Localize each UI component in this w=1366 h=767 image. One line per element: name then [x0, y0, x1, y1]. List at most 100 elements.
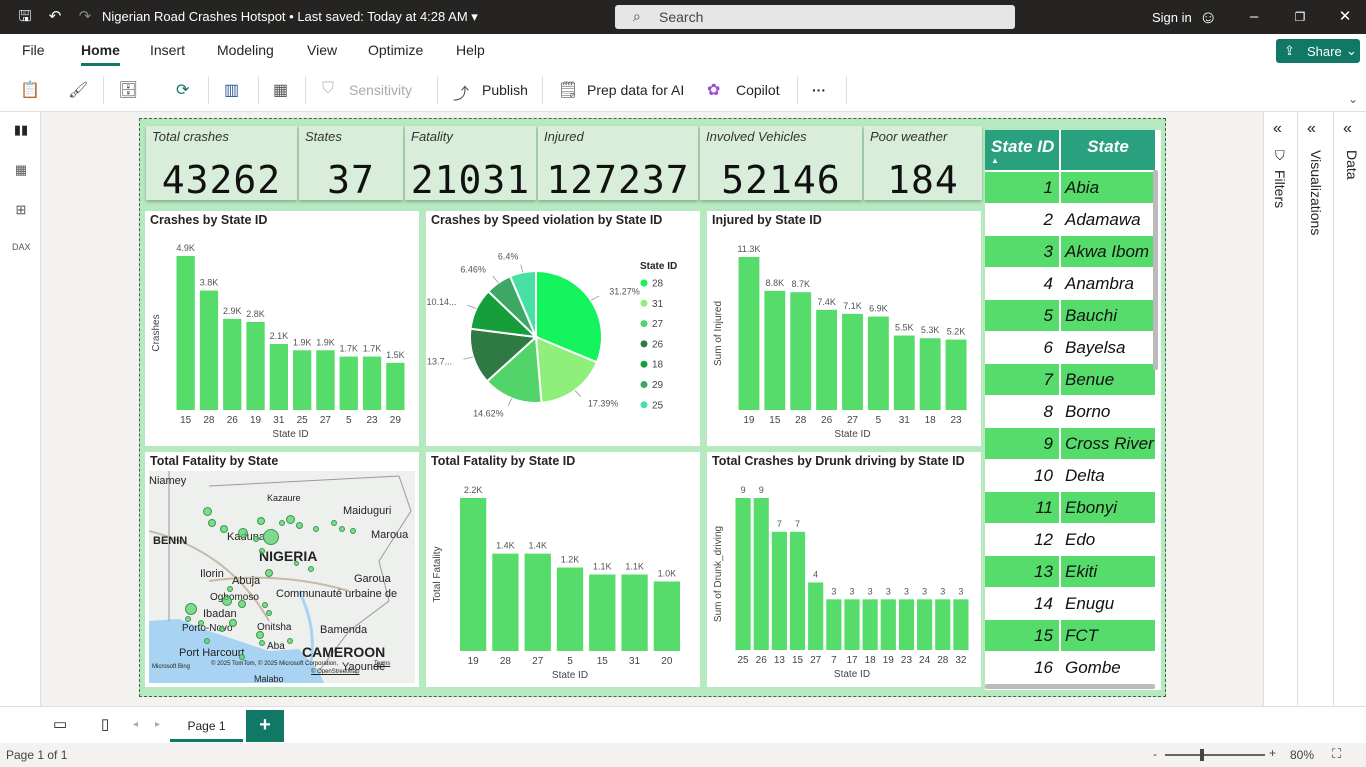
- map-bubble[interactable]: [259, 548, 265, 554]
- menu-modeling[interactable]: Modeling: [217, 42, 274, 58]
- data-pane-label[interactable]: Data: [1344, 150, 1360, 180]
- table-view-icon[interactable]: ▦: [12, 162, 30, 180]
- map-bubble[interactable]: [253, 536, 259, 542]
- prep-data-button[interactable]: Prep data for AI: [587, 82, 684, 98]
- more-options-button[interactable]: ···: [812, 82, 826, 98]
- filters-pane-label[interactable]: Filters: [1272, 170, 1288, 208]
- map-bubble[interactable]: [239, 654, 245, 660]
- format-painter-icon[interactable]: 🖌: [68, 80, 88, 100]
- prep-data-icon[interactable]: 🗒: [558, 80, 578, 100]
- model-view-icon[interactable]: ⊞: [12, 202, 30, 220]
- save-icon[interactable]: 🖫: [16, 8, 34, 26]
- dax-query-icon[interactable]: DAX: [12, 242, 31, 260]
- fatality-map[interactable]: Niamey Kazaure Maiduguri BENIN Kaduna NI…: [149, 471, 415, 683]
- menu-help[interactable]: Help: [456, 42, 485, 58]
- undo-icon[interactable]: ↶: [46, 8, 64, 26]
- speed-violation-pie-chart[interactable]: Crashes by Speed violation by State ID S…: [426, 211, 700, 446]
- collapse-data-icon[interactable]: «: [1343, 120, 1352, 138]
- menu-home[interactable]: Home: [81, 42, 120, 66]
- map-bubble[interactable]: [220, 525, 228, 533]
- desktop-layout-icon[interactable]: ▭: [53, 715, 67, 733]
- publish-icon[interactable]: ⤴: [453, 80, 469, 104]
- table-row[interactable]: 4 Anambra: [985, 268, 1155, 300]
- calculator-icon[interactable]: ▦: [273, 80, 288, 100]
- map-bubble[interactable]: [238, 528, 248, 538]
- header-state-id[interactable]: State ID ▲: [985, 130, 1059, 170]
- map-bubble[interactable]: [313, 526, 319, 532]
- zoom-out-button[interactable]: -: [1153, 747, 1157, 761]
- crashes-by-state-chart[interactable]: Crashes by State ID 4.9K 15 3.8K 28 2.9K 26 2.…: [145, 211, 419, 446]
- table-row[interactable]: 13 Ekiti: [985, 556, 1155, 588]
- get-data-icon[interactable]: 🗄: [118, 80, 138, 100]
- table-row[interactable]: 7 Benue: [985, 364, 1155, 396]
- map-bubble[interactable]: [266, 610, 272, 616]
- map-bubble[interactable]: [263, 529, 279, 545]
- map-bubble[interactable]: [308, 566, 314, 572]
- zoom-slider-thumb[interactable]: [1200, 749, 1204, 761]
- fit-to-page-icon[interactable]: ⛶: [1332, 746, 1341, 762]
- card-fatality[interactable]: Fatality 21031: [405, 126, 536, 202]
- table-row[interactable]: 12 Edo: [985, 524, 1155, 556]
- add-page-button[interactable]: +: [246, 710, 284, 742]
- map-bubble[interactable]: [259, 640, 265, 646]
- map-bubble[interactable]: [219, 626, 225, 632]
- table-row[interactable]: 6 Bayelsa: [985, 332, 1155, 364]
- table-row[interactable]: 15 FCT: [985, 620, 1155, 652]
- report-view-icon[interactable]: ▮▮: [12, 122, 30, 140]
- map-bubble[interactable]: [227, 586, 233, 592]
- collapse-ribbon-icon[interactable]: ⌄: [1348, 92, 1358, 106]
- table-row[interactable]: 9 Cross River: [985, 428, 1155, 460]
- header-state[interactable]: State: [1061, 130, 1155, 170]
- visualizations-pane-label[interactable]: Visualizations: [1308, 150, 1324, 235]
- refresh-icon[interactable]: ⟳: [176, 80, 189, 100]
- table-row[interactable]: 11 Ebonyi: [985, 492, 1155, 524]
- card-involved-vehicles[interactable]: Involved Vehicles 52146: [700, 126, 862, 202]
- collapse-filters-icon[interactable]: «: [1273, 120, 1282, 138]
- table-row[interactable]: 8 Borno: [985, 396, 1155, 428]
- zoom-in-button[interactable]: +: [1269, 746, 1276, 760]
- table-row[interactable]: 16 Gombe: [985, 652, 1155, 684]
- injured-by-state-chart[interactable]: Injured by State ID 11.3K 19 8.8K 15 8.7K 28 7…: [707, 211, 981, 446]
- search-input[interactable]: ⌕ Search: [615, 5, 1015, 29]
- map-bubble[interactable]: [204, 638, 210, 644]
- table-row[interactable]: 5 Bauchi: [985, 300, 1155, 332]
- page-tab-1[interactable]: Page 1: [170, 710, 243, 742]
- minimize-icon[interactable]: –: [1245, 8, 1263, 26]
- map-bubble[interactable]: [295, 521, 303, 529]
- menu-file[interactable]: File: [22, 42, 45, 58]
- map-bubble[interactable]: [265, 569, 273, 577]
- map-bubble[interactable]: [339, 526, 345, 532]
- state-table[interactable]: State ID ▲ State 1 Abia 2 Adamawa 3 Akwa Ibom…: [985, 130, 1161, 690]
- map-terms-link[interactable]: Terms: [374, 661, 390, 667]
- copilot-button[interactable]: Copilot: [736, 82, 780, 98]
- map-bubble[interactable]: [229, 619, 237, 627]
- table-row[interactable]: 3 Akwa Ibom: [985, 236, 1155, 268]
- table-row[interactable]: 14 Enugu: [985, 588, 1155, 620]
- maximize-icon[interactable]: ❐: [1291, 8, 1309, 26]
- drunk-driving-chart[interactable]: Total Crashes by Drunk driving by State …: [707, 452, 981, 687]
- map-bubble[interactable]: [262, 602, 268, 608]
- card-states[interactable]: States 37: [299, 126, 403, 202]
- table-row[interactable]: 1 Abia: [985, 172, 1155, 204]
- map-bubble[interactable]: [279, 520, 285, 526]
- map-osm-link[interactable]: © OpenStreetMap: [311, 669, 359, 675]
- fatality-by-state-chart[interactable]: Total Fatality by State ID 2.2K 19 1.4K 28 1…: [426, 452, 700, 687]
- map-bubble[interactable]: [185, 603, 197, 615]
- table-h-scrollbar[interactable]: [985, 684, 1155, 689]
- zoom-slider[interactable]: [1165, 754, 1265, 756]
- paste-icon[interactable]: 📋: [20, 80, 40, 100]
- table-scrollbar[interactable]: [1153, 170, 1158, 370]
- map-bubble[interactable]: [350, 528, 356, 534]
- share-button[interactable]: ⇪ Share ⌄: [1276, 39, 1360, 63]
- map-bubble[interactable]: [331, 520, 337, 526]
- map-bubble[interactable]: [208, 519, 216, 527]
- map-bubble[interactable]: [202, 506, 212, 516]
- document-title[interactable]: Nigerian Road Crashes Hotspot • Last sav…: [102, 9, 478, 25]
- new-visual-icon[interactable]: ▥: [224, 80, 239, 100]
- map-bubble[interactable]: [287, 638, 293, 644]
- menu-insert[interactable]: Insert: [150, 42, 185, 58]
- mobile-layout-icon[interactable]: ▯: [101, 715, 109, 733]
- map-bubble[interactable]: [256, 631, 264, 639]
- menu-view[interactable]: View: [307, 42, 337, 58]
- redo-icon[interactable]: ↷: [76, 8, 94, 26]
